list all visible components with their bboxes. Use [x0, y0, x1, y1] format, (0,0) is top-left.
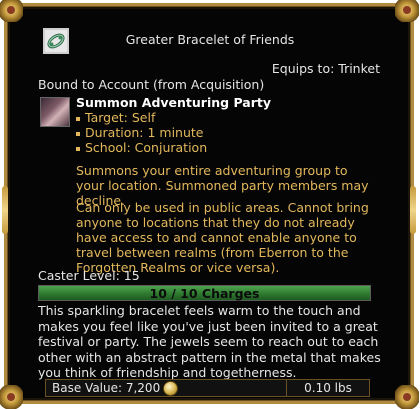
spell-property: Duration: 1 minute: [76, 125, 207, 140]
bullet-icon: [76, 116, 80, 121]
footer-bar: Base Value: 7,200 0.10 lbs: [45, 379, 370, 397]
spell-restrictions: Can only be used in public areas. Cannot…: [76, 200, 369, 275]
charges-label: 10 / 10 Charges: [149, 285, 260, 301]
right-edge-ornament-icon: [410, 186, 416, 234]
binding-status: Bound to Account (from Acquisition): [38, 77, 265, 92]
corner-ornament-icon: [0, 0, 23, 22]
flavor-text: This sparkling bracelet feels warm to th…: [38, 303, 381, 380]
charges-bar: 10 / 10 Charges: [38, 285, 371, 301]
item-weight: 0.10 lbs: [286, 380, 369, 396]
corner-ornament-icon: [395, 0, 419, 22]
equip-slot: Equips to: Trinket: [271, 61, 380, 76]
spell-property: Target: Self: [76, 110, 207, 125]
coin-icon: [163, 380, 179, 396]
bullet-icon: [76, 146, 80, 151]
base-value: Base Value: 7,200: [52, 381, 161, 395]
bullet-icon: [76, 131, 80, 136]
item-title: Greater Bracelet of Friends: [125, 32, 295, 47]
spell-properties: Target: Self Duration: 1 minute School: …: [76, 110, 207, 155]
corner-ornament-icon: [395, 385, 419, 409]
caster-level: Caster Level: 15: [38, 268, 140, 283]
spell-name: Summon Adventuring Party: [76, 95, 272, 110]
summon-party-icon: [40, 97, 70, 127]
spell-property: School: Conjuration: [76, 140, 207, 155]
corner-ornament-icon: [0, 385, 23, 409]
left-edge-ornament-icon: [2, 186, 8, 234]
